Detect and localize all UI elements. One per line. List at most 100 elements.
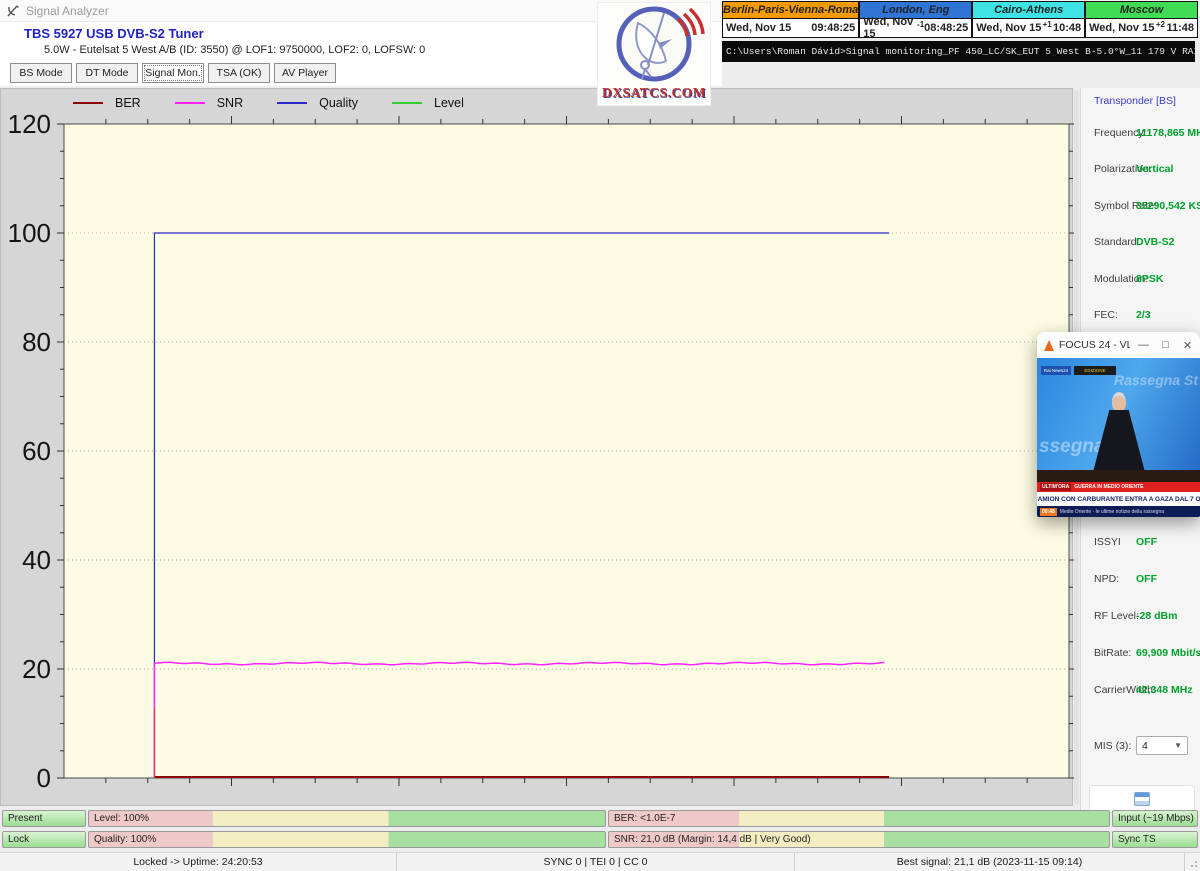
minimize-button[interactable]: —: [1135, 339, 1152, 351]
transport-stream-button[interactable]: [1089, 785, 1195, 813]
channel-logo: Rai News24: [1041, 366, 1071, 375]
row-standard: Standard: DVB-S2: [1094, 236, 1198, 250]
tab-bs-mode[interactable]: BS Mode: [10, 63, 72, 83]
device-title: TBS 5927 USB DVB-S2 Tuner: [24, 26, 204, 41]
polarization-value: Vertical: [1136, 163, 1173, 175]
row-symbol-rate: Symbol Rate: 35290,542 KS/s: [1094, 200, 1198, 214]
close-button[interactable]: ✕: [1179, 339, 1196, 352]
vlc-titlebar[interactable]: FOCUS 24 - VLC... — □ ✕: [1037, 332, 1200, 358]
issyi-value: OFF: [1136, 536, 1157, 548]
quality-line-swatch: [277, 102, 307, 104]
legend-item-snr: SNR: [175, 96, 243, 110]
clock-time: 10:48: [1053, 22, 1081, 34]
studio-desk: [1037, 470, 1200, 482]
status-bar: Locked -> Uptime: 24:20:53 SYNC 0 | TEI …: [0, 852, 1200, 871]
ticker-time: 00:48: [1040, 508, 1057, 516]
breaking-label: ULTIM'ORA: [1040, 483, 1071, 491]
edition-chip: EDIZIONE: [1074, 366, 1116, 375]
breaking-news-banner: ULTIM'ORA GUERRA IN MEDIO ORIENTE: [1037, 482, 1200, 492]
level-bar: Level: 100%: [88, 810, 606, 827]
quality-bar: Quality: 100%: [88, 831, 606, 848]
legend-label: Level: [434, 96, 464, 110]
legend-label: Quality: [319, 96, 358, 110]
tab-dt-mode[interactable]: DT Mode: [76, 63, 138, 83]
presenter-head: [1112, 392, 1126, 412]
ticker-text: Medio Oriente · le ultime notizie della …: [1060, 509, 1164, 515]
clock-time: 09:48:25: [811, 22, 855, 34]
fec-value: 2/3: [1136, 309, 1151, 321]
frequency-value: 11178,865 MHz: [1136, 127, 1200, 139]
vlc-cone-icon: [1044, 340, 1054, 351]
tab-tsa[interactable]: TSA (OK): [208, 63, 270, 83]
row-bitrate: BitRate: 69,909 Mbit/s: [1094, 647, 1198, 661]
modulation-value: 8PSK: [1136, 273, 1163, 285]
row-frequency: Frequency: 11178,865 MHz: [1094, 127, 1198, 141]
clock-date: Wed, Nov 15: [726, 22, 791, 34]
row-issyi: ISSYI OFF: [1094, 536, 1198, 550]
sync-ts-indicator: Sync TS: [1112, 831, 1198, 848]
clock-date: Wed, Nov 15: [976, 22, 1041, 34]
snr-line-swatch: [175, 102, 205, 104]
breaking-text: GUERRA IN MEDIO ORIENTE: [1074, 484, 1143, 490]
ts-table-icon: [1134, 792, 1150, 806]
clock-utc-offset: +1: [1043, 20, 1052, 29]
app-icon: [6, 4, 20, 18]
studio-background-text: Rassegna St: [1114, 372, 1198, 388]
legend-item-quality: Quality: [277, 96, 358, 110]
logo-caption: DXSATCS.COM: [602, 85, 706, 101]
y-tick-label: 80: [1, 327, 51, 357]
status-lock-uptime: Locked -> Uptime: 24:20:53: [0, 853, 397, 871]
y-tick-label: 100: [1, 218, 51, 248]
row-mis: MIS (3): 4 ▼: [1094, 740, 1198, 754]
carrier-width-value: 42,348 MHz: [1136, 684, 1193, 696]
status-best-signal: Best signal: 21,1 dB (2023-11-15 09:14): [795, 853, 1185, 871]
legend-item-level: Level: [392, 96, 464, 110]
clock-moscow: Moscow Wed, Nov 15 +2 11:48: [1085, 1, 1198, 41]
vlc-window-title: FOCUS 24 - VLC...: [1059, 339, 1130, 351]
standard-value: DVB-S2: [1136, 236, 1175, 248]
transponder-panel-title: Transponder [BS]: [1094, 95, 1176, 107]
row-polarization: Polarization: Vertical: [1094, 163, 1198, 177]
row-carrier-width: CarrierWidth: 42,348 MHz: [1094, 684, 1198, 698]
clock-date: Wed, Nov 15: [1089, 22, 1154, 34]
row-modulation: Modulation: 8PSK: [1094, 273, 1198, 287]
world-clocks: Berlin-Paris-Vienna-Roma Wed, Nov 15 09:…: [722, 1, 1198, 41]
present-indicator: Present: [2, 810, 86, 827]
console-command-bar: C:\Users\Roman Dávid>Signal monitoring_P…: [722, 41, 1195, 62]
clock-date: Wed, Nov 15: [863, 16, 917, 40]
status-sync-counters: SYNC 0 | TEI 0 | CC 0: [397, 853, 795, 871]
row-fec: FEC: 2/3: [1094, 309, 1198, 323]
chevron-down-icon: ▼: [1174, 741, 1182, 750]
clock-city-label: Berlin-Paris-Vienna-Roma: [722, 1, 859, 19]
tab-signal-mon[interactable]: Signal Mon.: [142, 63, 204, 83]
news-ticker: 00:48 Medio Oriente · le ultime notizie …: [1037, 506, 1200, 517]
clock-utc-offset: -1: [917, 20, 924, 29]
y-axis-labels: 020406080100120: [1, 89, 57, 807]
vlc-window: FOCUS 24 - VLC... — □ ✕ Rassegna St sseg…: [1037, 332, 1200, 517]
symbol-rate-value: 35290,542 KS/s: [1136, 200, 1200, 212]
clock-cairo: Cairo-Athens Wed, Nov 15 +1 10:48: [972, 1, 1085, 41]
bitrate-value: 69,909 Mbit/s: [1136, 647, 1200, 659]
resize-grip[interactable]: [1187, 857, 1197, 867]
rf-level-value: -28 dBm: [1136, 610, 1177, 622]
row-npd: NPD: OFF: [1094, 573, 1198, 587]
snr-bar: SNR: 21,0 dB (Margin: 14,4 dB | Very Goo…: [608, 831, 1110, 848]
y-tick-label: 40: [1, 545, 51, 575]
chart-legend: BER SNR Quality Level: [73, 96, 464, 110]
tab-av-player[interactable]: AV Player: [274, 63, 336, 83]
legend-label: BER: [115, 96, 141, 110]
row-rf-level: RF Level: -28 dBm: [1094, 610, 1198, 624]
satellite-dish-icon: [602, 3, 706, 87]
maximize-button[interactable]: □: [1157, 339, 1174, 351]
mis-select[interactable]: 4 ▼: [1136, 736, 1188, 755]
headline-banner: PRIMO CAMION CON CARBURANTE ENTRA A GAZA…: [1037, 492, 1200, 506]
mis-selected-value: 4: [1142, 740, 1148, 752]
lock-indicator: Lock: [2, 831, 86, 848]
signal-chart-panel: BER SNR Quality Level 020406080100120: [0, 88, 1073, 806]
clock-city-label: Moscow: [1085, 1, 1198, 19]
window-title: Signal Analyzer: [26, 4, 109, 18]
vlc-video-frame[interactable]: Rassegna St ssegna St Rai News24 EDIZION…: [1037, 358, 1200, 517]
legend-label: SNR: [217, 96, 243, 110]
clock-utc-offset: +2: [1156, 20, 1165, 29]
clock-berlin: Berlin-Paris-Vienna-Roma Wed, Nov 15 09:…: [722, 1, 859, 41]
